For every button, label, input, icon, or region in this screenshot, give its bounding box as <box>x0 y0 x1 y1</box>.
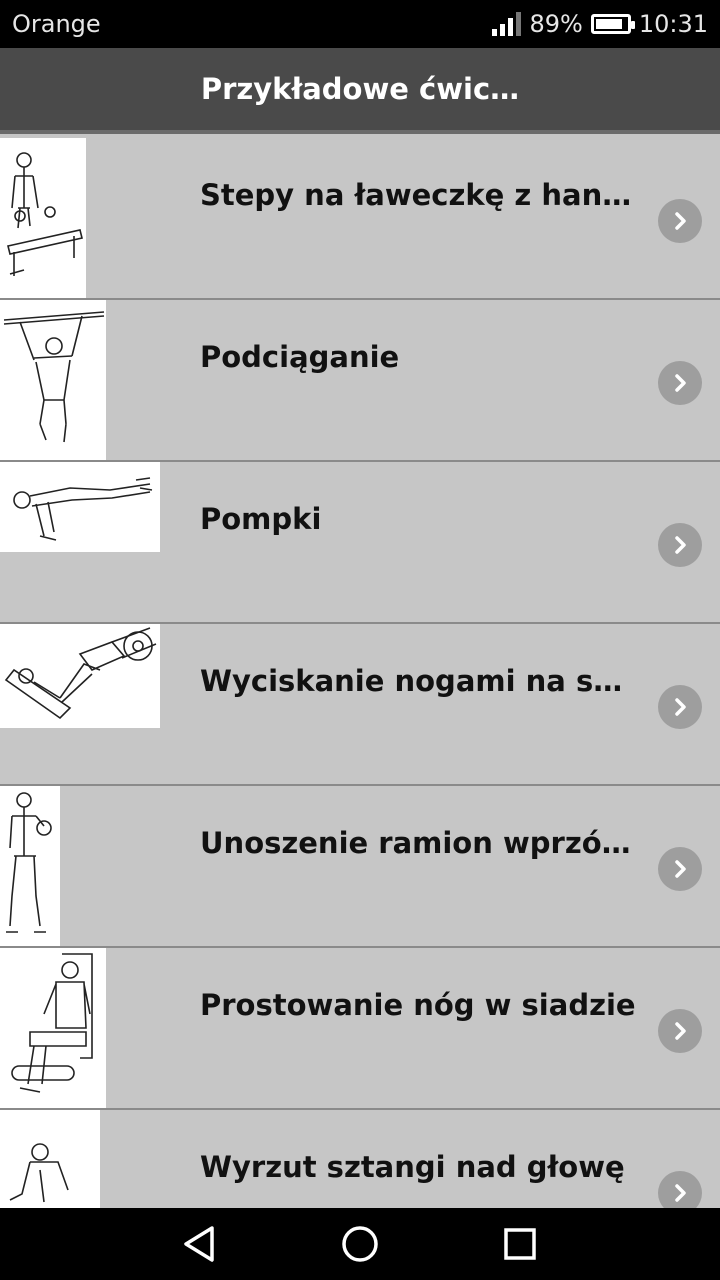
chevron-right-icon[interactable] <box>658 1171 702 1208</box>
front-raise-illustration <box>0 786 60 946</box>
barbell-throw-illustration <box>0 1110 100 1208</box>
battery-icon <box>590 14 635 34</box>
exercise-title: Pompki <box>200 502 322 536</box>
chevron-right-icon[interactable] <box>658 1009 702 1053</box>
push-up-illustration <box>0 462 160 552</box>
recents-square-icon[interactable] <box>498 1222 542 1266</box>
chevron-right-icon[interactable] <box>658 847 702 891</box>
list-item[interactable]: Wyciskanie nogami na suwni… <box>0 624 720 786</box>
pull-up-illustration <box>0 300 106 460</box>
list-item[interactable]: Prostowanie nóg w siadzie <box>0 948 720 1110</box>
battery-level-fill <box>595 19 623 29</box>
status-bar: Orange 89% 10:31 <box>0 0 720 48</box>
back-triangle-icon[interactable] <box>178 1222 222 1266</box>
signal-icon <box>492 12 522 36</box>
leg-press-illustration <box>0 624 160 728</box>
bench-step-dumbbell-illustration <box>0 138 86 298</box>
list-item[interactable]: Unoszenie ramion wprzód z … <box>0 786 720 948</box>
battery-percent: 89% <box>529 10 583 38</box>
exercise-title: Unoszenie ramion wprzód z … <box>200 826 640 860</box>
exercise-title: Prostowanie nóg w siadzie <box>200 988 636 1022</box>
list-item[interactable]: Podciąganie <box>0 300 720 462</box>
chevron-right-icon[interactable] <box>658 361 702 405</box>
chevron-right-icon[interactable] <box>658 523 702 567</box>
leg-extension-illustration <box>0 948 106 1108</box>
status-indicators: 89% 10:31 <box>492 9 708 39</box>
app-bar: Przykładowe ćwic… <box>0 48 720 134</box>
home-circle-icon[interactable] <box>338 1222 382 1266</box>
exercise-list[interactable]: Stepy na ławeczkę z hantlami Podciąganie <box>0 138 720 1208</box>
carrier-name: Orange <box>12 10 101 38</box>
list-item[interactable]: Pompki <box>0 462 720 624</box>
exercise-title: Stepy na ławeczkę z hantlami <box>200 178 640 212</box>
exercise-title: Podciąganie <box>200 340 400 374</box>
exercise-title: Wyciskanie nogami na suwni… <box>200 664 640 698</box>
navigation-bar <box>0 1208 720 1280</box>
list-item[interactable]: Stepy na ławeczkę z hantlami <box>0 138 720 300</box>
list-item[interactable]: Wyrzut sztangi nad głowę <box>0 1110 720 1208</box>
chevron-right-icon[interactable] <box>658 199 702 243</box>
page-title: Przykładowe ćwic… <box>200 72 520 106</box>
chevron-right-icon[interactable] <box>658 685 702 729</box>
clock: 10:31 <box>638 10 708 38</box>
exercise-title: Wyrzut sztangi nad głowę <box>200 1150 625 1184</box>
